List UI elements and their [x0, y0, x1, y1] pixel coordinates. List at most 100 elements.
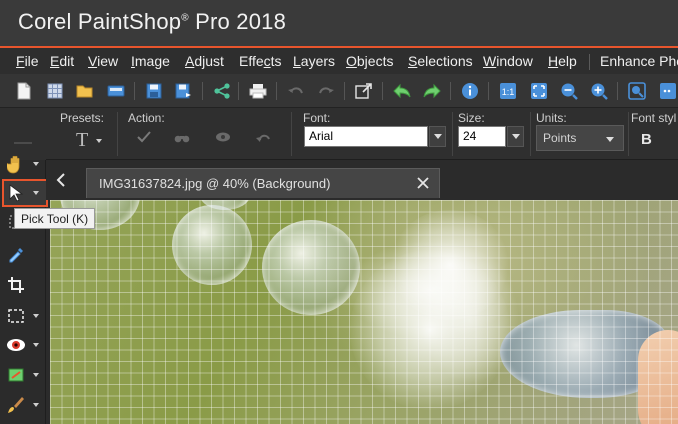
- zoom-fit-icon[interactable]: [625, 79, 649, 103]
- marquee-icon[interactable]: [4, 304, 28, 328]
- overflow-icon[interactable]: [656, 79, 678, 103]
- pick-tool-flyout-arrow[interactable]: [33, 191, 39, 195]
- units-select-value: Points: [543, 131, 577, 145]
- pan-hand-icon[interactable]: [4, 152, 28, 176]
- units-dropdown-arrow[interactable]: [606, 137, 614, 142]
- font-label: Font:: [303, 111, 331, 125]
- menu-file-key: F: [16, 53, 25, 69]
- save-as-icon[interactable]: [172, 79, 196, 103]
- menu-help-label: elp: [558, 53, 577, 69]
- crop-icon[interactable]: [4, 273, 28, 297]
- size-dropdown-button[interactable]: [507, 126, 524, 147]
- toolbar-separator: [488, 82, 489, 100]
- brush-icon[interactable]: [4, 393, 28, 417]
- toolbar-separator: [450, 82, 451, 100]
- options-separator: [117, 112, 118, 156]
- print-icon[interactable]: [246, 79, 270, 103]
- menu-view-key: V: [88, 53, 98, 69]
- title-registered-mark: ®: [181, 12, 189, 24]
- zoom-in-icon[interactable]: [587, 79, 611, 103]
- font-input[interactable]: Arial: [304, 126, 428, 147]
- size-input[interactable]: 24: [458, 126, 506, 147]
- eye-icon[interactable]: [215, 130, 231, 148]
- title-main: Corel PaintShop: [18, 9, 182, 34]
- export-icon[interactable]: [352, 79, 376, 103]
- toolbar-separator: [276, 82, 277, 100]
- bold-button[interactable]: B: [641, 131, 652, 148]
- straighten-icon[interactable]: [4, 363, 28, 387]
- action-label: Action:: [128, 111, 165, 125]
- window-title: Corel PaintShop® Pro 2018: [18, 9, 286, 35]
- menu-effects[interactable]: Effects: [239, 53, 282, 69]
- back-icon[interactable]: [390, 79, 414, 103]
- forward-icon[interactable]: [420, 79, 444, 103]
- menu-effects-pre: Effe: [239, 53, 264, 69]
- font-dropdown-button[interactable]: [429, 126, 446, 147]
- info-icon[interactable]: [458, 79, 482, 103]
- presets-dropdown-arrow[interactable]: [96, 139, 102, 143]
- menu-effects-post: ts: [270, 53, 282, 69]
- tool-options-bar: Presets: T Action: Font: Arial Size: 24 …: [0, 108, 678, 160]
- new-icon[interactable]: [12, 79, 36, 103]
- menu-adjust[interactable]: Adjust: [185, 53, 224, 69]
- menu-selections[interactable]: Selections: [408, 53, 473, 69]
- canvas-grid-overlay: [50, 200, 678, 424]
- share-icon[interactable]: [210, 79, 234, 103]
- units-label: Units:: [536, 111, 567, 125]
- straighten-flyout-arrow[interactable]: [33, 373, 39, 377]
- menu-view-label: iew: [97, 53, 119, 69]
- menu-help-key: H: [548, 53, 559, 69]
- tab-scroll-left-icon[interactable]: [56, 173, 66, 187]
- scanner-icon[interactable]: [104, 79, 128, 103]
- red-eye-icon[interactable]: [4, 333, 28, 357]
- menu-layers[interactable]: Layers: [293, 53, 335, 69]
- dropper-icon[interactable]: [4, 242, 28, 266]
- actual-size-icon[interactable]: 1:1: [496, 79, 520, 103]
- zoom-out-icon[interactable]: [557, 79, 581, 103]
- save-icon[interactable]: [142, 79, 166, 103]
- text-preset-icon[interactable]: T: [76, 129, 88, 152]
- revert-icon[interactable]: [255, 130, 271, 148]
- menu-separator: [589, 54, 590, 70]
- presets-label: Presets:: [60, 111, 105, 125]
- toolbar-separator: [238, 82, 239, 100]
- menu-bar: File Edit View Image Adjust Effects Laye…: [0, 46, 678, 74]
- menu-file-label: ile: [24, 53, 39, 69]
- marquee-flyout-arrow[interactable]: [33, 314, 39, 318]
- pan-tool-flyout-arrow[interactable]: [33, 162, 39, 166]
- toolbar-separator: [382, 82, 383, 100]
- menu-edit[interactable]: Edit: [50, 53, 74, 69]
- menu-enhance-photo[interactable]: Enhance Pho: [600, 53, 678, 69]
- menu-objects[interactable]: Objects: [346, 53, 393, 69]
- menu-image[interactable]: Image: [131, 53, 170, 69]
- toolbar-separator: [344, 82, 345, 100]
- undo-icon[interactable]: [284, 79, 308, 103]
- size-label: Size:: [458, 111, 485, 125]
- pick-tool-button[interactable]: [2, 179, 48, 207]
- menu-help[interactable]: Help: [548, 53, 577, 69]
- tool-palette: [0, 155, 48, 424]
- apply-check-icon[interactable]: [137, 130, 151, 148]
- menu-window[interactable]: Window: [483, 53, 533, 69]
- red-eye-flyout-arrow[interactable]: [33, 343, 39, 347]
- svg-text:1:1: 1:1: [502, 87, 515, 97]
- menu-objects-key: O: [346, 53, 357, 69]
- menu-adjust-label: djust: [194, 53, 224, 69]
- menu-file[interactable]: File: [16, 53, 39, 69]
- binoculars-icon[interactable]: [174, 130, 190, 148]
- menu-adjust-key: A: [185, 53, 195, 69]
- document-tab[interactable]: IMG31637824.jpg @ 40% (Background): [86, 168, 440, 198]
- fit-icon[interactable]: [527, 79, 551, 103]
- grid-icon[interactable]: [43, 79, 67, 103]
- menu-selections-label: elections: [417, 53, 473, 69]
- options-separator: [452, 112, 453, 156]
- redo-icon[interactable]: [314, 79, 338, 103]
- title-version: Pro 2018: [188, 9, 286, 34]
- document-tab-label: IMG31637824.jpg @ 40% (Background): [99, 176, 331, 191]
- brush-flyout-arrow[interactable]: [33, 403, 39, 407]
- menu-objects-label: bjects: [356, 53, 394, 69]
- open-folder-icon[interactable]: [73, 79, 97, 103]
- image-canvas[interactable]: [50, 200, 678, 424]
- close-icon[interactable]: [415, 175, 431, 191]
- menu-view[interactable]: View: [88, 53, 118, 69]
